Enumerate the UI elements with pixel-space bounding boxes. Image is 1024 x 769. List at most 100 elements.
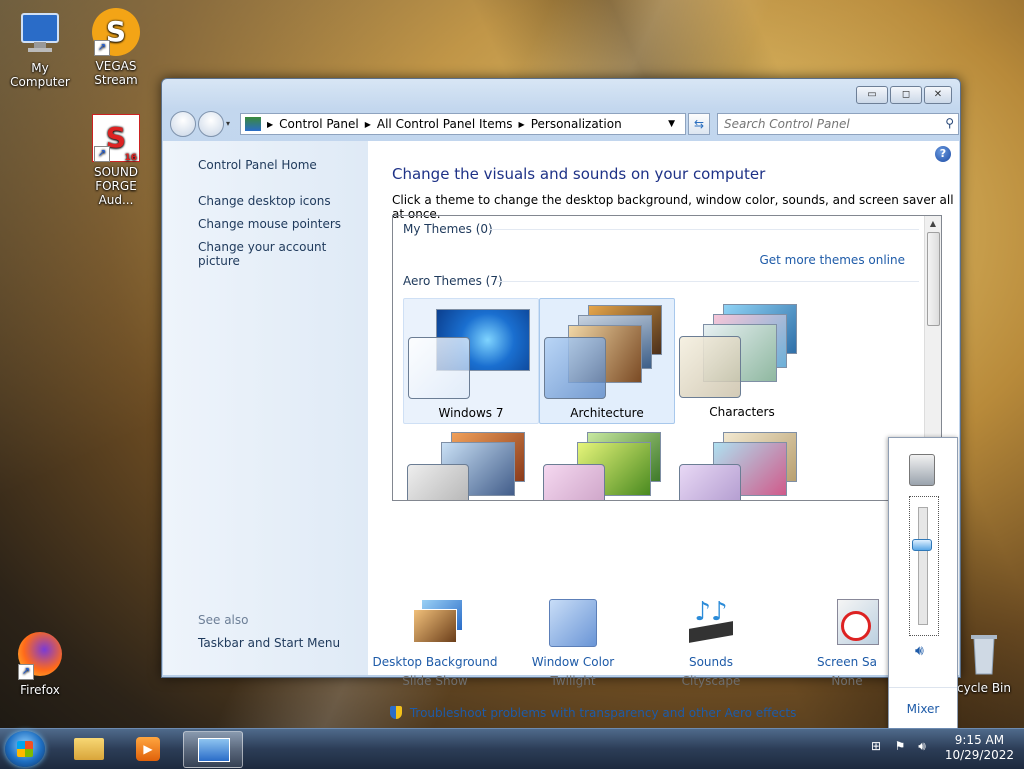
- shortcut-arrow-icon: ↗: [94, 40, 110, 56]
- mute-toggle-icon[interactable]: 🔊︎: [915, 643, 924, 659]
- clock-time: 9:15 AM: [954, 733, 1005, 747]
- folder-icon: [74, 738, 104, 760]
- clock[interactable]: 9:15 AM 10/29/2022: [945, 733, 1014, 763]
- network-icon[interactable]: ⊞: [868, 739, 884, 755]
- control-panel-home-link[interactable]: Control Panel Home: [198, 158, 317, 172]
- theme-row2-landscapes[interactable]: [403, 428, 537, 500]
- theme-windows-7[interactable]: Windows 7: [403, 298, 539, 424]
- clock-date: 10/29/2022: [944, 748, 1014, 762]
- desktop-icon-my-computer[interactable]: My Computer: [0, 10, 80, 89]
- start-button[interactable]: [5, 731, 45, 767]
- desktop-icon-label: My Computer: [10, 61, 70, 89]
- theme-architecture[interactable]: Architecture: [539, 298, 675, 424]
- theme-color-swatch: [407, 464, 469, 500]
- desktop-background-icon: [407, 597, 463, 649]
- desktop-background-setting[interactable]: Desktop Background Slide Show: [370, 597, 500, 688]
- shortcut-arrow-icon: ↗: [94, 146, 110, 162]
- taskbar: ▶ ⊞ ⚑ 🔊︎ 9:15 AM 10/29/2022: [0, 728, 1024, 769]
- setting-name: Sounds: [688, 655, 734, 669]
- taskbar-start-menu-link[interactable]: Taskbar and Start Menu: [198, 636, 340, 650]
- close-button[interactable]: ✕: [924, 86, 952, 104]
- theme-label: Characters: [709, 405, 775, 419]
- help-icon[interactable]: ?: [935, 146, 951, 162]
- theme-row2-scenes[interactable]: [675, 428, 809, 500]
- volume-icon[interactable]: 🔊︎: [914, 739, 930, 755]
- change-mouse-pointers-link[interactable]: Change mouse pointers: [198, 217, 341, 231]
- sound-forge-icon: S 16 ↗: [92, 114, 140, 163]
- breadcrumb-personalization[interactable]: Personalization: [531, 117, 622, 131]
- change-desktop-icons-link[interactable]: Change desktop icons: [198, 194, 331, 208]
- desktop-icon-firefox[interactable]: ↗ Firefox: [0, 632, 80, 697]
- volume-groove: [918, 507, 928, 625]
- recycle-bin-icon: [960, 630, 1008, 678]
- setting-value: Slide Show: [402, 674, 468, 688]
- control-panel-icon: [198, 738, 230, 762]
- sounds-setting[interactable]: ♪♪ Sounds Cityscape: [646, 597, 776, 688]
- troubleshoot-link[interactable]: Troubleshoot problems with transparency …: [390, 706, 796, 720]
- forward-button[interactable]: [198, 111, 224, 137]
- address-row: ▾ ▶ Control Panel ▶ All Control Panel It…: [170, 111, 959, 137]
- breadcrumb-all-items[interactable]: All Control Panel Items: [377, 117, 513, 131]
- window-color-setting[interactable]: Window Color Twilight: [508, 597, 638, 688]
- setting-name: Window Color: [531, 655, 615, 669]
- maximize-button[interactable]: ◻: [890, 86, 922, 104]
- computer-icon: [16, 10, 64, 58]
- volume-slider-thumb[interactable]: [912, 538, 932, 551]
- taskbar-explorer-button[interactable]: [60, 731, 118, 766]
- volume-slider[interactable]: [909, 496, 939, 636]
- desktop-icon-vegas-stream[interactable]: S ↗ VEGAS Stream: [76, 8, 156, 87]
- scrollbar-thumb[interactable]: [927, 232, 940, 326]
- speaker-device-icon[interactable]: [909, 454, 935, 486]
- firefox-icon: ↗: [16, 632, 64, 680]
- desktop-icon-label: Firefox: [20, 683, 60, 697]
- aero-themes-header: Aero Themes (7): [403, 274, 503, 288]
- mixer-link[interactable]: Mixer: [889, 702, 957, 716]
- back-button[interactable]: [170, 111, 196, 137]
- my-themes-header: My Themes (0): [403, 222, 493, 236]
- search-icon[interactable]: ⚲: [945, 116, 954, 130]
- desktop-icon-sound-forge[interactable]: S 16 ↗ SOUND FORGE Aud...: [76, 114, 156, 207]
- windows-logo-icon: [17, 741, 33, 757]
- address-bar[interactable]: ▶ Control Panel ▶ All Control Panel Item…: [240, 113, 686, 135]
- recent-pages-chevron-icon[interactable]: ▾: [226, 119, 230, 128]
- flyout-divider: [889, 687, 957, 688]
- minimize-button[interactable]: ▭: [856, 86, 888, 104]
- section-divider: [489, 229, 919, 230]
- search-box[interactable]: ⚲: [717, 113, 959, 135]
- page-title: Change the visuals and sounds on your co…: [392, 165, 766, 183]
- taskbar-control-panel-button[interactable]: [183, 731, 243, 768]
- shield-icon: [390, 706, 402, 719]
- taskbar-media-player-button[interactable]: ▶: [120, 731, 178, 766]
- scroll-up-arrow-icon[interactable]: ▲: [925, 216, 941, 231]
- setting-value: Cityscape: [681, 674, 741, 688]
- refresh-button[interactable]: ⇆: [688, 113, 710, 135]
- control-panel-icon: [245, 117, 261, 131]
- window-color-icon: [545, 597, 601, 649]
- theme-color-swatch: [679, 464, 741, 500]
- theme-row2-nature[interactable]: [539, 428, 673, 500]
- action-center-flag-icon[interactable]: ⚑: [892, 739, 908, 755]
- shortcut-arrow-icon: ↗: [18, 664, 34, 680]
- get-more-themes-link[interactable]: Get more themes online: [759, 253, 905, 267]
- desktop-icon-label: VEGAS Stream: [94, 59, 138, 87]
- breadcrumb-control-panel[interactable]: Control Panel: [279, 117, 359, 131]
- content-pane: ? Change the visuals and sounds on your …: [368, 141, 959, 720]
- theme-color-swatch: [543, 464, 605, 500]
- left-navigation-pane: Control Panel Home Change desktop icons …: [163, 141, 368, 675]
- personalization-window: ▭ ◻ ✕ ▾ ▶ Control Panel ▶ All Control Pa…: [161, 78, 961, 720]
- breadcrumb-arrow-icon: ▶: [267, 119, 274, 129]
- setting-name: Desktop Background: [372, 655, 498, 669]
- theme-label: Windows 7: [438, 406, 504, 420]
- window-controls: ▭ ◻ ✕: [856, 86, 952, 104]
- theme-characters[interactable]: Characters: [675, 298, 809, 422]
- theme-list[interactable]: My Themes (0) Get more themes online Aer…: [392, 215, 942, 501]
- address-dropdown-icon[interactable]: ▼: [668, 119, 675, 129]
- theme-color-swatch: [544, 337, 606, 399]
- section-divider: [497, 281, 919, 282]
- theme-label: Architecture: [570, 406, 644, 420]
- search-input[interactable]: [718, 114, 936, 134]
- change-account-picture-link[interactable]: Change your account picture: [198, 240, 368, 268]
- breadcrumb-arrow-icon: ▶: [364, 119, 371, 129]
- desktop-icon-label: SOUND FORGE Aud...: [93, 165, 139, 207]
- theme-color-swatch: [408, 337, 470, 399]
